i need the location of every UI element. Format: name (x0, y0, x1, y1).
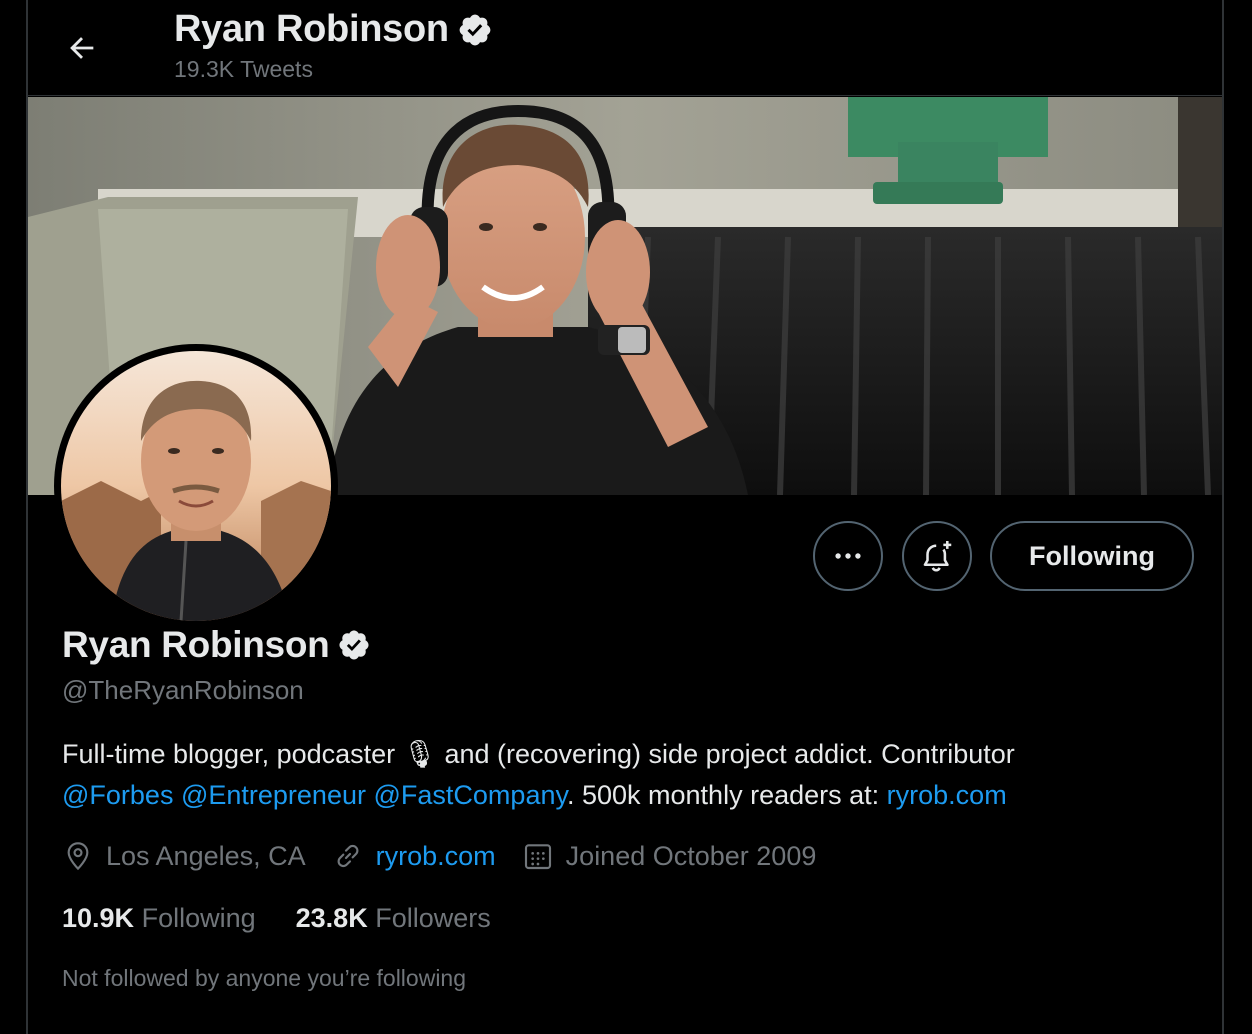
microphone-icon: 🎙 (402, 739, 437, 769)
not-followed-note: Not followed by anyone you’re following (62, 965, 467, 991)
location-pin-icon (67, 842, 89, 871)
joined-text: Joined October 2009 (565, 840, 817, 871)
profile-avatar[interactable] (54, 344, 338, 628)
bio-text-3: . 500k monthly readers at: (566, 780, 887, 810)
profile-name: Ryan Robinson (62, 624, 330, 665)
profile-meta: Los Angeles, CA ryrob.com Joined October… (62, 840, 842, 872)
bio-text-1: Full-time blogger, podcaster (62, 739, 403, 769)
following-count: 10.9K (62, 903, 135, 933)
follow-counts: 10.9K Following 23.8K Followers (62, 903, 531, 934)
profile-column: Ryan Robinson 19.3K Tweets Following Rya… (26, 0, 1224, 1034)
bio-text-2: and (recovering) side project addict. Co… (436, 739, 1015, 769)
mention-forbes[interactable]: @Forbes (62, 780, 173, 810)
following-count-link[interactable]: 10.9K Following (62, 903, 256, 934)
calendar-icon (524, 844, 551, 870)
profile-handle: @TheRyanRobinson (62, 675, 304, 705)
profile-bio: Full-time blogger, podcaster 🎙 and (reco… (62, 734, 1182, 816)
more-button[interactable] (813, 521, 883, 591)
header-name: Ryan Robinson (174, 8, 449, 50)
followers-count: 23.8K (295, 903, 368, 933)
bell-plus-icon (923, 540, 952, 572)
profile-header: Ryan Robinson 19.3K Tweets (28, 0, 1222, 96)
link-icon (337, 844, 359, 868)
arrow-left-icon (70, 37, 94, 59)
followers-count-link[interactable]: 23.8K Followers (296, 903, 491, 934)
following-button[interactable]: Following (990, 521, 1194, 591)
joined-item: Joined October 2009 (522, 840, 817, 872)
location-item: Los Angeles, CA (62, 840, 306, 872)
more-dots-icon (835, 553, 861, 559)
verified-badge-icon (337, 628, 371, 662)
header-title: Ryan Robinson (174, 8, 493, 51)
profile-name-row: Ryan Robinson (62, 624, 371, 666)
back-button[interactable] (58, 24, 106, 72)
followers-label: Followers (375, 903, 491, 933)
website-item: ryrob.com (332, 840, 496, 872)
bio-link[interactable]: ryrob.com (887, 780, 1007, 810)
mention-fastcompany[interactable]: @FastCompany (374, 780, 567, 810)
website-link[interactable]: ryrob.com (376, 841, 496, 872)
location-text: Los Angeles, CA (106, 840, 306, 871)
following-label: Following (141, 903, 256, 933)
page: Ryan Robinson 19.3K Tweets Following Rya… (0, 0, 1252, 1034)
tweet-count: 19.3K Tweets (174, 56, 313, 82)
verified-badge-icon (457, 12, 493, 48)
mention-entrepreneur[interactable]: @Entrepreneur (181, 780, 366, 810)
avatar-photo (61, 351, 331, 621)
notifications-button[interactable] (902, 521, 972, 591)
